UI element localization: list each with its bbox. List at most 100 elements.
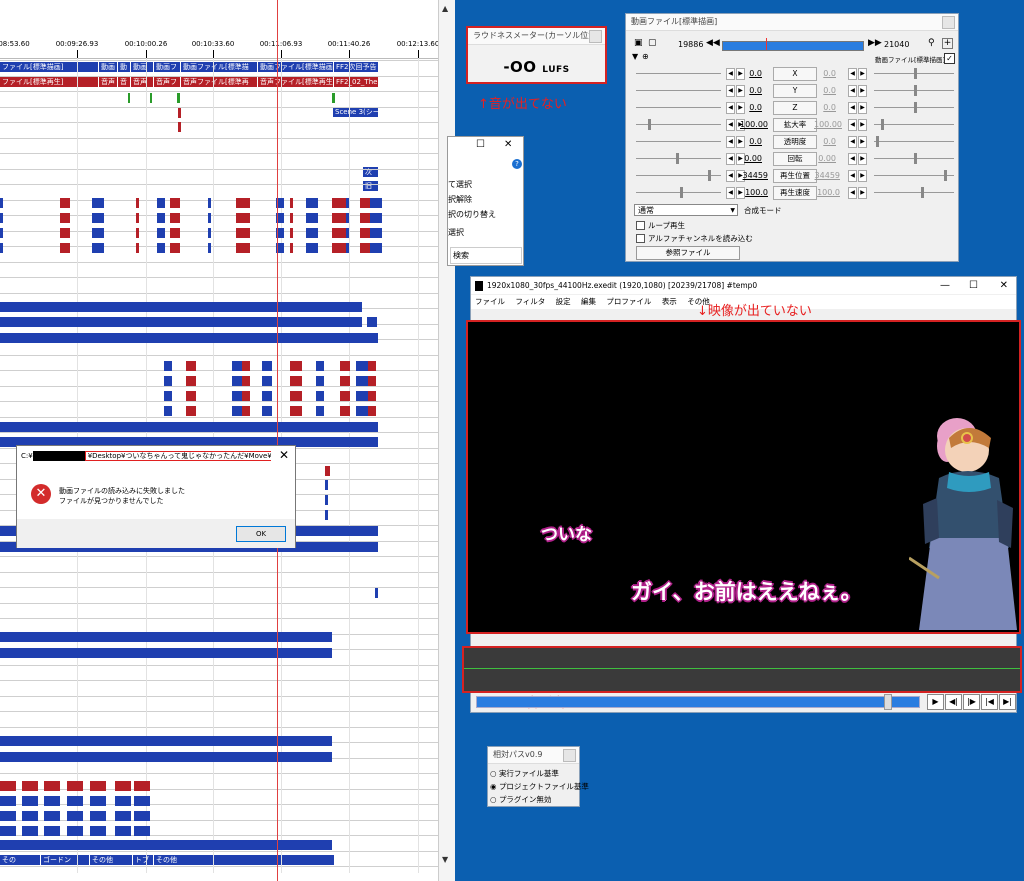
timeline-clip[interactable] [136,228,139,238]
blend-mode-select[interactable]: 通常 ▼ [634,204,738,216]
timeline-clip[interactable] [316,406,324,416]
timeline-clip[interactable] [134,796,150,806]
timeline-clip[interactable] [375,588,378,598]
timeline-clip[interactable] [340,361,350,371]
seek-bar[interactable] [476,696,920,708]
timeline-clip[interactable] [0,333,378,343]
timeline-clip[interactable]: 動画 [131,62,153,72]
timeline-clip[interactable] [170,213,180,223]
timeline-clip[interactable] [0,228,3,238]
timeline-clip[interactable]: Scene 3(シー [333,107,378,117]
slider-thumb[interactable] [676,153,679,164]
minimize-icon[interactable]: — [940,277,950,294]
timeline-clip[interactable] [262,391,272,401]
slider-thumb[interactable] [680,187,683,198]
timeline-clip[interactable]: 動画ファイル[標準描画 [258,62,333,72]
timeline-clip[interactable] [0,302,362,312]
timeline-clip[interactable] [115,781,131,791]
param-value[interactable]: 0.0 [732,103,762,112]
timeline-clip[interactable] [325,480,328,490]
timeline-clip[interactable] [340,406,350,416]
increment-button[interactable]: ▶ [858,153,867,165]
menu-item[interactable]: 択解除 [448,194,472,205]
timeline-clip[interactable] [0,840,332,850]
timeline-clip[interactable] [370,213,382,223]
timeline-clip[interactable] [157,198,165,208]
timeline-clip[interactable] [346,243,349,253]
slider-thumb[interactable] [708,170,711,181]
timeline-clip[interactable] [186,391,196,401]
timeline-clip[interactable] [60,213,70,223]
param-value[interactable]: 0.0 [732,86,762,95]
timeline-clip[interactable]: 動画フ [154,62,180,72]
timeline-ruler[interactable]: 08:53.60 00:09:26.93 00:10:00.26 00:10:3… [0,0,438,59]
increment-button[interactable]: ▶ [858,68,867,80]
timeline-clip[interactable] [0,736,332,746]
timeline-clip[interactable] [157,228,165,238]
timeline-clip[interactable] [290,361,302,371]
timeline-clip[interactable] [306,213,318,223]
next-frame-button[interactable]: |▶ [963,694,980,710]
timeline-clip[interactable] [170,198,180,208]
playhead-cursor[interactable] [277,0,278,881]
slider-thumb[interactable] [881,119,884,130]
timeline-clip[interactable] [290,391,302,401]
timeline-clip[interactable] [157,213,165,223]
timeline-clip[interactable] [186,376,196,386]
go-end-button[interactable]: ▶| [999,694,1016,710]
timeline-clip[interactable] [178,122,181,132]
param-slider[interactable] [636,107,721,108]
timeline-clip[interactable] [208,228,211,238]
timeline-clip[interactable] [164,376,172,386]
forward-icon[interactable]: ▶▶ [868,38,882,48]
prev-frame-button[interactable]: ◀| [945,694,962,710]
timeline-clip[interactable]: 音声ファイル[標準再 [181,77,257,87]
menu-filter[interactable]: フィルタ [515,297,545,306]
maximize-icon[interactable]: ☐ [969,277,978,294]
timeline-clip[interactable] [44,826,60,836]
timeline-clip[interactable] [0,648,332,658]
rewind-icon[interactable]: ◀◀ [706,38,720,48]
timeline-clip[interactable]: 音声ファイル[標準再生 [258,77,333,87]
seek-thumb[interactable] [884,694,892,710]
timeline-clip[interactable] [242,406,250,416]
timeline-clip[interactable] [340,391,350,401]
increment-button[interactable]: ▶ [858,170,867,182]
timeline-clip[interactable] [332,243,346,253]
close-icon[interactable] [589,30,602,43]
decrement-button[interactable]: ◀ [848,170,857,182]
param-end-value[interactable]: 0.0 [806,69,836,78]
timeline-clip[interactable] [236,228,250,238]
decrement-button[interactable]: ◀ [848,85,857,97]
menu-file[interactable]: ファイル [475,297,505,306]
pin-icon[interactable]: ⚲ [928,38,935,48]
increment-button[interactable]: ▶ [858,119,867,131]
increment-button[interactable]: ▶ [858,136,867,148]
timeline-clip[interactable] [332,228,346,238]
timeline-clip[interactable] [136,198,139,208]
timeline-clip[interactable] [356,406,368,416]
param-end-value[interactable]: 100.0 [810,188,840,197]
timeline-clip[interactable] [306,243,318,253]
timeline-clip[interactable] [90,826,106,836]
timeline-clip[interactable] [370,228,382,238]
timeline-clip[interactable] [92,198,104,208]
menu-item[interactable]: 選択 [448,227,464,238]
timeline-clip[interactable]: その他 [90,855,132,865]
param-value[interactable]: 100.00 [738,120,768,129]
decrement-button[interactable]: ◀ [848,68,857,80]
slider-thumb[interactable] [648,119,651,130]
slider-thumb[interactable] [914,68,917,79]
menu-item[interactable]: 択の切り替え [448,209,496,220]
alpha-checkbox[interactable] [636,234,645,243]
timeline-clip[interactable] [368,376,376,386]
timeline-clip[interactable]: FF2_02_The [334,77,378,87]
radio-exe-base[interactable]: ○ 実行ファイル基準 [490,768,559,779]
timeline-clip[interactable] [360,228,370,238]
increment-button[interactable]: ▶ [858,85,867,97]
timeline-clip[interactable] [22,796,38,806]
timeline-clip[interactable] [90,781,106,791]
timeline-clip[interactable] [346,213,349,223]
timeline-clip[interactable] [340,376,350,386]
timeline-clip[interactable] [236,198,250,208]
